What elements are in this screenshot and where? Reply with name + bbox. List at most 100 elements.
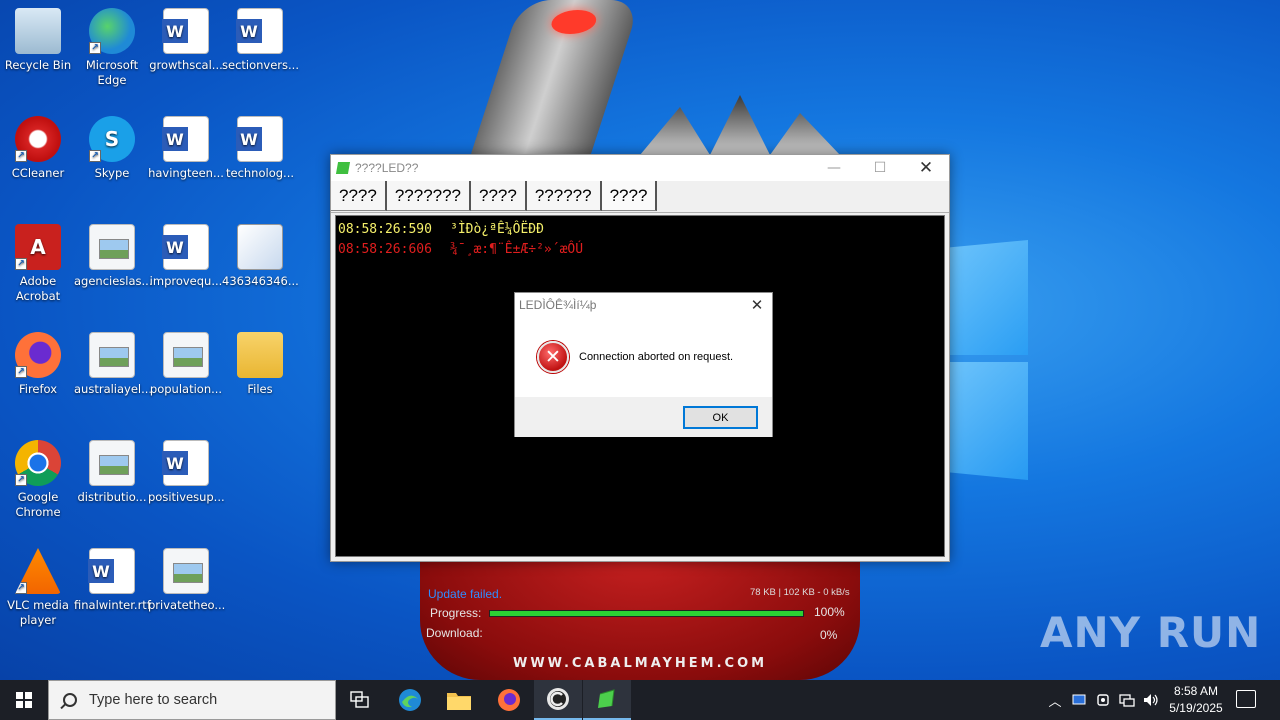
tab-1[interactable]: ????	[331, 181, 387, 211]
desktop-icon[interactable]: growthscal...	[148, 8, 224, 73]
desktop-icon[interactable]: technolog...	[222, 116, 298, 181]
shortcut-arrow-icon: ↗	[15, 582, 27, 594]
desktop-icon[interactable]: S ↗ Skype	[74, 116, 150, 181]
vlc-icon: ↗	[15, 548, 61, 594]
taskbar-firefox[interactable]	[485, 680, 533, 720]
dialog-message: Connection aborted on request.	[579, 351, 734, 363]
anyrun-watermark: ANY RUN	[1040, 608, 1262, 657]
taskbar-edge[interactable]	[386, 680, 434, 720]
launcher-url[interactable]: WWW.CABALMAYHEM.COM	[513, 656, 767, 671]
desktop-icon[interactable]: australiayel...	[74, 332, 152, 397]
close-button[interactable]: ✕	[903, 155, 949, 181]
desktop-icon[interactable]: Files	[222, 332, 298, 397]
desktop-icon-label: Microsoft Edge	[85, 58, 139, 87]
word-doc-icon	[162, 116, 209, 162]
tray-volume-icon[interactable]	[1139, 680, 1163, 720]
desktop-icon[interactable]: sectionvers...	[222, 8, 299, 73]
log-time: 08:58:26:590	[338, 222, 432, 237]
desktop-icon-label: Adobe Acrobat	[15, 274, 61, 303]
image-file-icon	[163, 548, 209, 594]
shortcut-arrow-icon: ↗	[89, 42, 101, 54]
launcher-art-rocket	[469, 0, 641, 160]
desktop-icon[interactable]: finalwinter.rtf	[74, 548, 151, 613]
acrobat-icon: A ↗	[15, 224, 61, 270]
taskbar-file-explorer[interactable]	[435, 680, 483, 720]
desktop-icon-label: Firefox	[18, 382, 58, 396]
folder-icon	[237, 332, 283, 378]
launcher-status: Update failed.	[428, 587, 503, 601]
app-titlebar[interactable]: ????LED?? — ☐ ✕	[331, 155, 949, 181]
desktop-icon[interactable]: privatetheo...	[148, 548, 226, 613]
edge-icon: ↗	[89, 8, 135, 54]
shortcut-arrow-icon: ↗	[15, 474, 27, 486]
app-icon	[335, 162, 351, 174]
desktop-icon-label: CCleaner	[11, 166, 65, 180]
desktop-icon-label: VLC media player	[7, 598, 69, 627]
tray-overflow-chevron-icon[interactable]: ︿	[1043, 680, 1067, 720]
dialog-titlebar[interactable]: LEDÌÔÊ¾Ìí¼þ ✕	[515, 293, 772, 317]
installer-icon	[237, 224, 283, 270]
desktop-icon[interactable]: ↗ Microsoft Edge	[74, 8, 150, 88]
desktop-icon[interactable]: positivesup...	[148, 440, 225, 505]
tab-5[interactable]: ????	[601, 181, 658, 211]
desktop-icon[interactable]: ↗ Firefox	[0, 332, 76, 397]
maximize-button[interactable]: ☐	[857, 155, 903, 181]
folder-icon	[447, 693, 471, 710]
taskbar: Type here to search ︿ 8:58 AM 5/19/2025	[0, 680, 1280, 720]
desktop-icon-label: Skype	[94, 166, 130, 180]
desktop-icon[interactable]: Recycle Bin	[0, 8, 76, 73]
desktop-icon-label: agencieslas...	[74, 274, 153, 288]
dialog-footer: OK	[515, 397, 772, 437]
desktop-icon[interactable]: population...	[148, 332, 224, 397]
search-icon	[63, 693, 77, 707]
desktop-icon[interactable]: 436346346...	[222, 224, 299, 289]
desktop-icon-label: positivesup...	[148, 490, 225, 504]
tab-3[interactable]: ????	[471, 181, 527, 211]
desktop-icon-label: improvequ...	[149, 274, 223, 288]
desktop-icon-label: Recycle Bin	[4, 58, 72, 72]
skype-icon: S ↗	[89, 116, 135, 162]
desktop-icon[interactable]: agencieslas...	[74, 224, 153, 289]
shortcut-arrow-icon: ↗	[15, 150, 27, 162]
start-button[interactable]	[0, 680, 48, 720]
tray-device-icon[interactable]	[1091, 680, 1115, 720]
error-dialog[interactable]: LEDÌÔÊ¾Ìí¼þ ✕ ✕ Connection aborted on re…	[514, 292, 773, 437]
tab-4[interactable]: ??????	[526, 181, 602, 211]
tray-network-icon[interactable]	[1115, 680, 1139, 720]
desktop-icon-label: Google Chrome	[15, 490, 61, 519]
ok-button[interactable]: OK	[683, 406, 758, 429]
dialog-close-icon[interactable]: ✕	[742, 293, 772, 317]
desktop-icon-label: havingteen...	[148, 166, 224, 180]
desktop-icon[interactable]: improvequ...	[148, 224, 224, 289]
word-doc-icon	[236, 116, 283, 162]
desktop-icon[interactable]: distributio...	[74, 440, 150, 505]
app-title: ????LED??	[355, 161, 419, 175]
task-view-button[interactable]	[336, 680, 384, 720]
tray-network-adapter-icon[interactable]	[1067, 680, 1091, 720]
tab-2[interactable]: ???????	[386, 181, 472, 211]
desktop-icon[interactable]: ↗ VLC media player	[0, 548, 76, 628]
chrome-icon: ↗	[15, 440, 61, 486]
desktop-icon[interactable]: A ↗ Adobe Acrobat	[0, 224, 76, 304]
desktop-icon[interactable]: ↗ CCleaner	[0, 116, 76, 181]
taskbar-launcher[interactable]	[534, 680, 582, 720]
word-doc-icon	[162, 8, 209, 54]
log-time: 08:58:26:606	[338, 242, 432, 257]
image-file-icon	[89, 332, 135, 378]
desktop-icon[interactable]: havingteen...	[148, 116, 224, 181]
dialog-body: ✕ Connection aborted on request.	[515, 317, 772, 397]
desktop-icon-label: privatetheo...	[148, 598, 226, 612]
taskbar-search[interactable]: Type here to search	[48, 680, 336, 720]
minimize-button[interactable]: —	[811, 155, 857, 181]
download-label: Download:	[426, 626, 483, 640]
notification-center-icon[interactable]	[1236, 690, 1256, 708]
search-placeholder: Type here to search	[89, 692, 218, 708]
word-doc-icon	[162, 224, 209, 270]
taskbar-clock[interactable]: 8:58 AM 5/19/2025	[1162, 683, 1230, 717]
shortcut-arrow-icon: ↗	[15, 366, 27, 378]
word-doc-icon	[236, 8, 283, 54]
ccleaner-icon: ↗	[15, 116, 61, 162]
clock-date: 5/19/2025	[1169, 701, 1223, 715]
taskbar-led-app[interactable]	[583, 680, 631, 720]
desktop-icon[interactable]: ↗ Google Chrome	[0, 440, 76, 520]
